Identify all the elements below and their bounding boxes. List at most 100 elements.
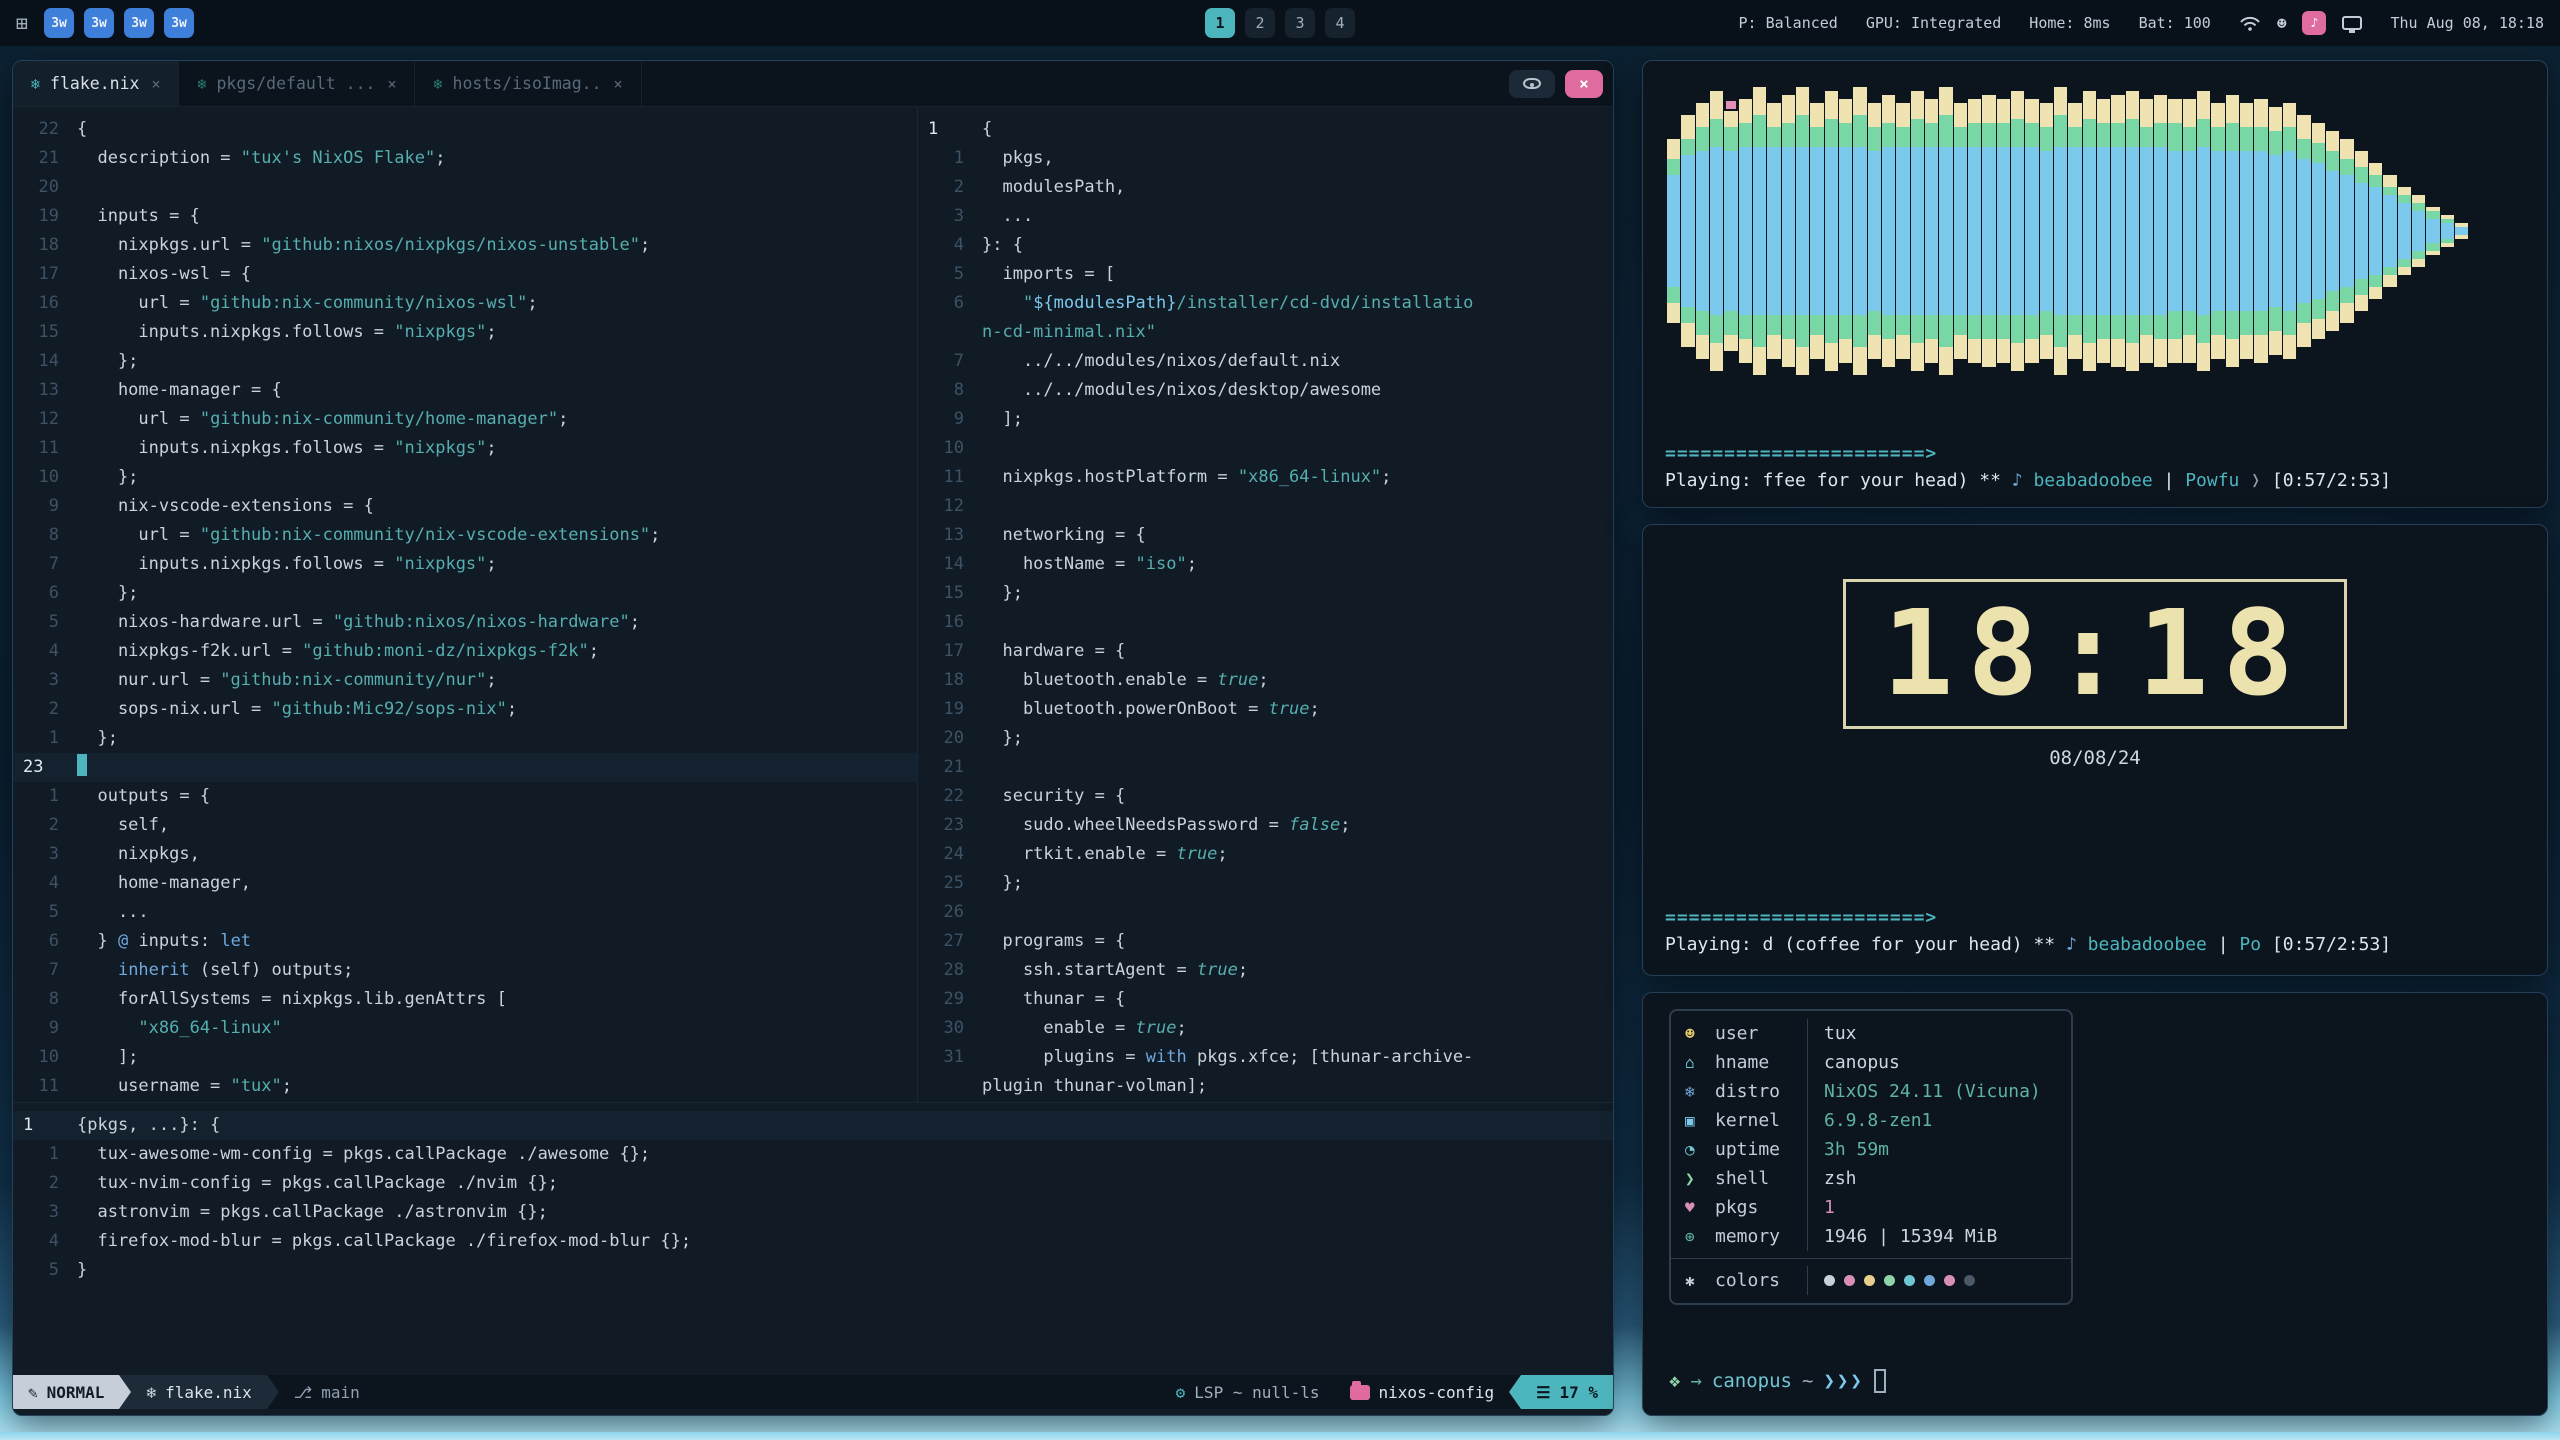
editor-line: 18 nixpkgs.url = "github:nixos/nixpkgs/n… [13,231,917,260]
code-text: {pkgs, ...}: { [77,1111,220,1140]
editor-line: n-cd-minimal.nix" [918,318,1613,347]
info-label: shell [1715,1168,1807,1189]
visualizer-segment [1839,147,1852,315]
neovim-window: ❄flake.nix×❄pkgs/default ...×❄hosts/isoI… [12,60,1614,1416]
user-icon: ☻ [1685,1024,1715,1043]
info-label: memory [1715,1226,1807,1247]
code-text: inputs = { [77,202,200,231]
code-text: bluetooth.powerOnBoot = true; [982,695,1320,724]
line-number: 2 [13,811,59,840]
line-number: 13 [13,376,59,405]
line-number: 11 [13,1072,59,1101]
system-info-row: ⌂hnamecanopus [1671,1048,2071,1077]
status-item: GPU: Integrated [1866,14,2001,32]
visualizer-segment [2326,171,2339,291]
editor-line: 8 ../../modules/nixos/desktop/awesome [918,376,1613,405]
line-number: 28 [918,956,964,985]
music-badge-icon[interactable]: ♪ [2302,11,2326,35]
code-text: firefox-mod-blur = pkgs.callPackage ./fi… [77,1227,691,1256]
line-number [918,1072,964,1101]
system-info-row: ▣kernel6.9.8-zen1 [1671,1106,2071,1135]
editor-tab[interactable]: ❄hosts/isoImag..× [415,61,641,106]
visualizer-segment [1796,147,1809,315]
visualizer-bar [2068,81,2082,381]
code-text: }; [982,724,1023,753]
editor-line: 31 plugins = with pkgs.xfce; [thunar-arc… [918,1043,1613,1072]
visualizer-bar [2025,81,2039,381]
powerline-separator [119,1375,131,1409]
pane-pkgs-default[interactable]: 1{pkgs, ...}: {1 tux-awesome-wm-config =… [13,1103,1613,1375]
line-number: 18 [918,666,964,695]
statusline-spacer [375,1375,1161,1409]
workspace-tag-2[interactable]: 2 [1245,8,1275,38]
code-text: sudo.wheelNeedsPassword = false; [982,811,1350,840]
workspace-tag-3[interactable]: 3 [1285,8,1315,38]
visualizer-bar [1868,81,1882,381]
tab-close-icon[interactable]: × [614,75,623,93]
tab-close-icon[interactable]: × [387,75,396,93]
editor-line: 8 forAllSystems = nixpkgs.lib.genAttrs [ [13,985,917,1014]
mode-label: NORMAL [47,1378,105,1407]
visualizer-bar [2154,81,2168,381]
workspace-tag-4[interactable]: 4 [1325,8,1355,38]
memory-icon: ⊕ [1685,1227,1715,1246]
visualizer-segment [2240,151,2253,311]
app-tag-tile[interactable]: 3w [44,8,74,38]
view-toggle-button[interactable] [1509,70,1555,98]
statusline: ✎ NORMAL ❄ flake.nix ⎇ main ⚙ LSP ~ null… [13,1375,1613,1409]
code-text: ../../modules/nixos/default.nix [982,347,1340,376]
code-text: home-manager, [77,869,251,898]
code-text: inputs.nixpkgs.follows = "nixpkgs"; [77,318,497,347]
color-dot [1824,1275,1835,1286]
visualizer-segment [2168,151,2181,311]
color-dot [1924,1275,1935,1286]
kernel-icon: ▣ [1685,1111,1715,1130]
workspace-tag-1[interactable]: 1 [1205,8,1235,38]
info-label: hname [1715,1052,1807,1073]
editor-line: 3 astronvim = pkgs.callPackage ./astronv… [13,1198,1613,1227]
prompt-chevrons-icon: ❯❯❯ [1823,1370,1863,1392]
editor-tab[interactable]: ❄pkgs/default ...× [179,61,415,106]
prompt-arrow-icon: → [1690,1370,1701,1392]
editor-line: 6 "${modulesPath}/installer/cd-dvd/insta… [918,289,1613,318]
editor-line: 26 [918,898,1613,927]
editor-line: 2 tux-nvim-config = pkgs.callPackage ./n… [13,1169,1613,1198]
visualizer-bar [2226,81,2240,381]
line-number: 2 [13,1169,59,1198]
launcher-icon[interactable]: ⊞ [16,11,28,35]
code-text: outputs = { [77,782,210,811]
project-indicator: nixos-config [1335,1375,1510,1409]
app-tag-tile[interactable]: 3w [164,8,194,38]
editor-line: 22 security = { [918,782,1613,811]
tab-close-icon[interactable]: × [151,75,160,93]
visualizer-bar [1810,81,1824,381]
progress-percent: 17 % [1559,1378,1598,1407]
line-number: 17 [918,637,964,666]
visualizer-segment [2083,147,2096,315]
folder-icon [1350,1385,1370,1400]
pane-iso-image[interactable]: 1{1 pkgs,2 modulesPath,3 ...4}: {5 impor… [918,107,1613,1102]
line-number: 2 [918,173,964,202]
line-number: 25 [918,869,964,898]
visualizer-segment [1954,147,1967,315]
line-number: 8 [918,376,964,405]
code-text: url = "github:nix-community/home-manager… [77,405,568,434]
app-tag-tile[interactable]: 3w [124,8,154,38]
line-number: 1 [918,144,964,173]
lsp-label: LSP ~ null-ls [1194,1378,1319,1407]
editor-line: 19 inputs = { [13,202,917,231]
playing-segment: beabadoobee [2033,470,2152,491]
editor-line: 17 nixos-wsl = { [13,260,917,289]
top-split-row: 22{21 description = "tux's NixOS Flake";… [13,107,1613,1103]
window-close-button[interactable]: × [1565,70,1603,98]
code-text: ssh.startAgent = true; [982,956,1248,985]
playing-segment: [0:57/2:53] [2272,470,2391,491]
pane-flake-nix[interactable]: 22{21 description = "tux's NixOS Flake";… [13,107,918,1102]
editor-tab[interactable]: ❄flake.nix× [13,61,179,106]
line-number: 17 [13,260,59,289]
editor-line: 11 nixpkgs.hostPlatform = "x86_64-linux"… [918,463,1613,492]
shell-prompt[interactable]: ❖ → canopus ~ ❯❯❯ [1669,1369,2521,1393]
editor-line: 11 username = "tux"; [13,1072,917,1101]
code-text: } [77,1256,87,1285]
app-tag-tile[interactable]: 3w [84,8,114,38]
